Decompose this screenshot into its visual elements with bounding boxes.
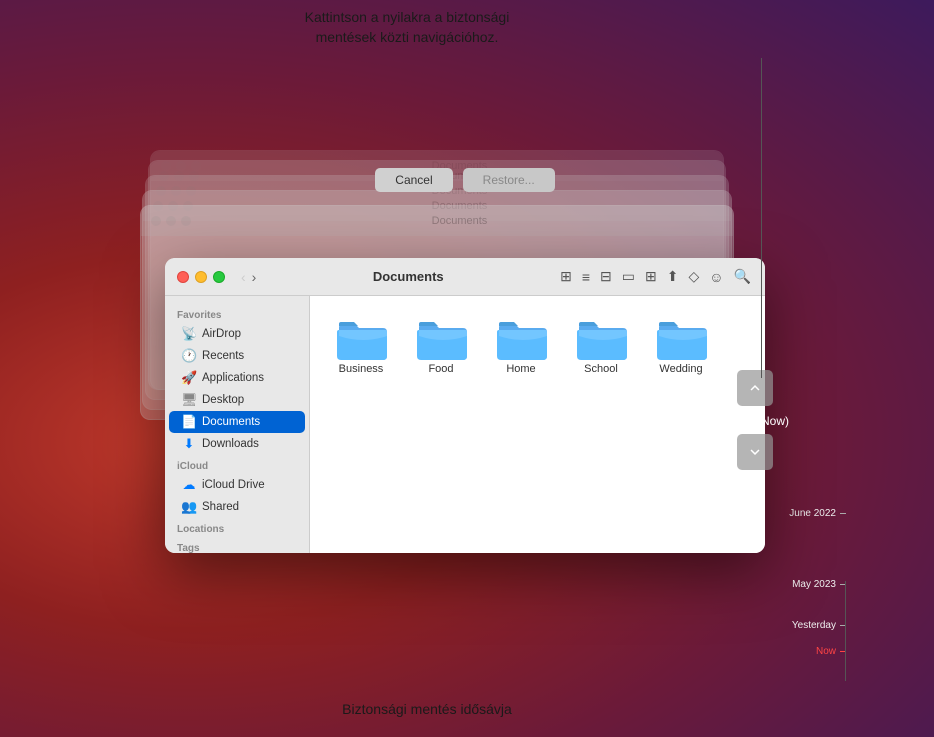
annotation-line-top [761,58,762,378]
folder-item-business[interactable]: Business [326,312,396,380]
folder-icon [575,316,627,360]
content-area: Business Food [310,296,765,553]
timeline-label-june2022: June 2022 [789,508,836,519]
icon-share[interactable]: ⬆ [665,266,681,287]
timeline-label-yesterday: Yesterday [792,620,836,631]
folder-label: School [584,363,618,376]
icloud-label: iCloud [165,455,309,474]
folder-icon [495,316,547,360]
recents-icon: 🕐 [181,348,197,364]
icon-gallery-view[interactable]: ▭ [620,266,637,287]
nav-arrows: ‹ › [239,269,258,285]
timeline-entry-now: Now [816,646,846,657]
sidebar-item-downloads[interactable]: ⬇ Downloads [169,433,305,455]
finder-window: ‹ › Documents ⊞ ≡ ⊟ ▭ ⊞ ⬆ ◇ ☺ 🔍 Favorite… [165,258,765,553]
chevron-up-icon [746,379,764,397]
sidebar-item-desktop[interactable]: 🖥 Desktop [169,389,305,411]
sidebar-downloads-label: Downloads [202,438,259,450]
folder-label: Home [506,363,535,376]
annotation-bottom: Biztonsági mentés idősávja [0,701,854,717]
timeline-entry-may2023: May 2023 [792,579,846,590]
sidebar-desktop-label: Desktop [202,394,244,406]
sidebar-airdrop-label: AirDrop [202,328,241,340]
timeline-tick-june2022 [840,513,846,514]
sidebar-applications-label: Applications [202,372,264,384]
folder-item-food[interactable]: Food [406,312,476,380]
icon-tag[interactable]: ◇ [686,266,701,287]
airdrop-icon: 📡 [181,326,197,342]
today-label: Today (Now) [722,414,789,428]
icon-grid-view[interactable]: ⊞ [558,266,574,287]
folder-label: Business [339,363,384,376]
icon-column-view[interactable]: ⊟ [598,266,614,287]
folder-label: Food [428,363,453,376]
sidebar-item-airdrop[interactable]: 📡 AirDrop [169,323,305,345]
chevron-down-icon [746,443,764,461]
timeline-entry-yesterday: Yesterday [792,620,846,631]
timeline-entry-june2022: June 2022 [789,508,846,519]
annotation-line-bottom [845,581,846,681]
downloads-icon: ⬇ [181,436,197,452]
restore-button[interactable]: Restore... [463,168,555,192]
annotation-top-line1: Kattintson a nyilakra a biztonsági [0,8,814,28]
shared-icon: 👥 [181,499,197,515]
tags-label: Tags [165,537,309,553]
window-action-buttons: Cancel Restore... [165,168,765,192]
desktop-icon: 🖥 [181,392,197,408]
folder-icon [655,316,707,360]
timeline-label-may2023: May 2023 [792,579,836,590]
icloud-drive-icon: ☁ [181,477,197,493]
folder-item-school[interactable]: School [566,312,636,380]
folder-label: Wedding [659,363,702,376]
annotation-top-line2: mentések közti navigációhoz. [0,28,814,48]
minimize-button[interactable] [195,271,207,283]
forward-button[interactable]: › [250,269,259,285]
documents-icon: 📄 [181,414,197,430]
annotation-bottom-text: Biztonsági mentés idősávja [342,701,512,717]
right-controls: Today (Now) [722,370,789,470]
nav-up-button[interactable] [737,370,773,406]
sidebar-item-icloud-drive[interactable]: ☁ iCloud Drive [169,474,305,496]
sidebar-item-applications[interactable]: 🚀 Applications [169,367,305,389]
window-toolbar: ‹ › Documents ⊞ ≡ ⊟ ▭ ⊞ ⬆ ◇ ☺ 🔍 [165,258,765,296]
sidebar-item-documents[interactable]: 📄 Documents [169,411,305,433]
window-body: Favorites 📡 AirDrop 🕐 Recents 🚀 Applicat… [165,296,765,553]
sidebar-documents-label: Documents [202,416,260,428]
icon-group[interactable]: ⊞ [643,266,659,287]
close-button[interactable] [177,271,189,283]
locations-label: Locations [165,518,309,537]
timeline: June 2022 May 2023 Yesterday Now [786,140,846,657]
icon-list-view[interactable]: ≡ [580,267,592,287]
fullscreen-button[interactable] [213,271,225,283]
toolbar-icons: ⊞ ≡ ⊟ ▭ ⊞ ⬆ ◇ ☺ 🔍 [558,266,753,287]
favorites-label: Favorites [165,304,309,323]
applications-icon: 🚀 [181,370,197,386]
cancel-button[interactable]: Cancel [375,168,452,192]
sidebar-icloud-drive-label: iCloud Drive [202,479,265,491]
icon-search[interactable]: 🔍 [732,266,753,287]
folder-icon [335,316,387,360]
icon-more[interactable]: ☺ [707,267,725,287]
sidebar-recents-label: Recents [202,350,244,362]
back-button[interactable]: ‹ [239,269,248,285]
folder-icon [415,316,467,360]
sidebar-item-shared[interactable]: 👥 Shared [169,496,305,518]
nav-down-button[interactable] [737,434,773,470]
folder-item-home[interactable]: Home [486,312,556,380]
timeline-label-now: Now [816,646,836,657]
folder-item-wedding[interactable]: Wedding [646,312,716,380]
sidebar-item-recents[interactable]: 🕐 Recents [169,345,305,367]
sidebar: Favorites 📡 AirDrop 🕐 Recents 🚀 Applicat… [165,296,310,553]
sidebar-shared-label: Shared [202,501,239,513]
window-title: Documents [264,269,552,284]
annotation-top: Kattintson a nyilakra a biztonsági menté… [0,8,814,47]
